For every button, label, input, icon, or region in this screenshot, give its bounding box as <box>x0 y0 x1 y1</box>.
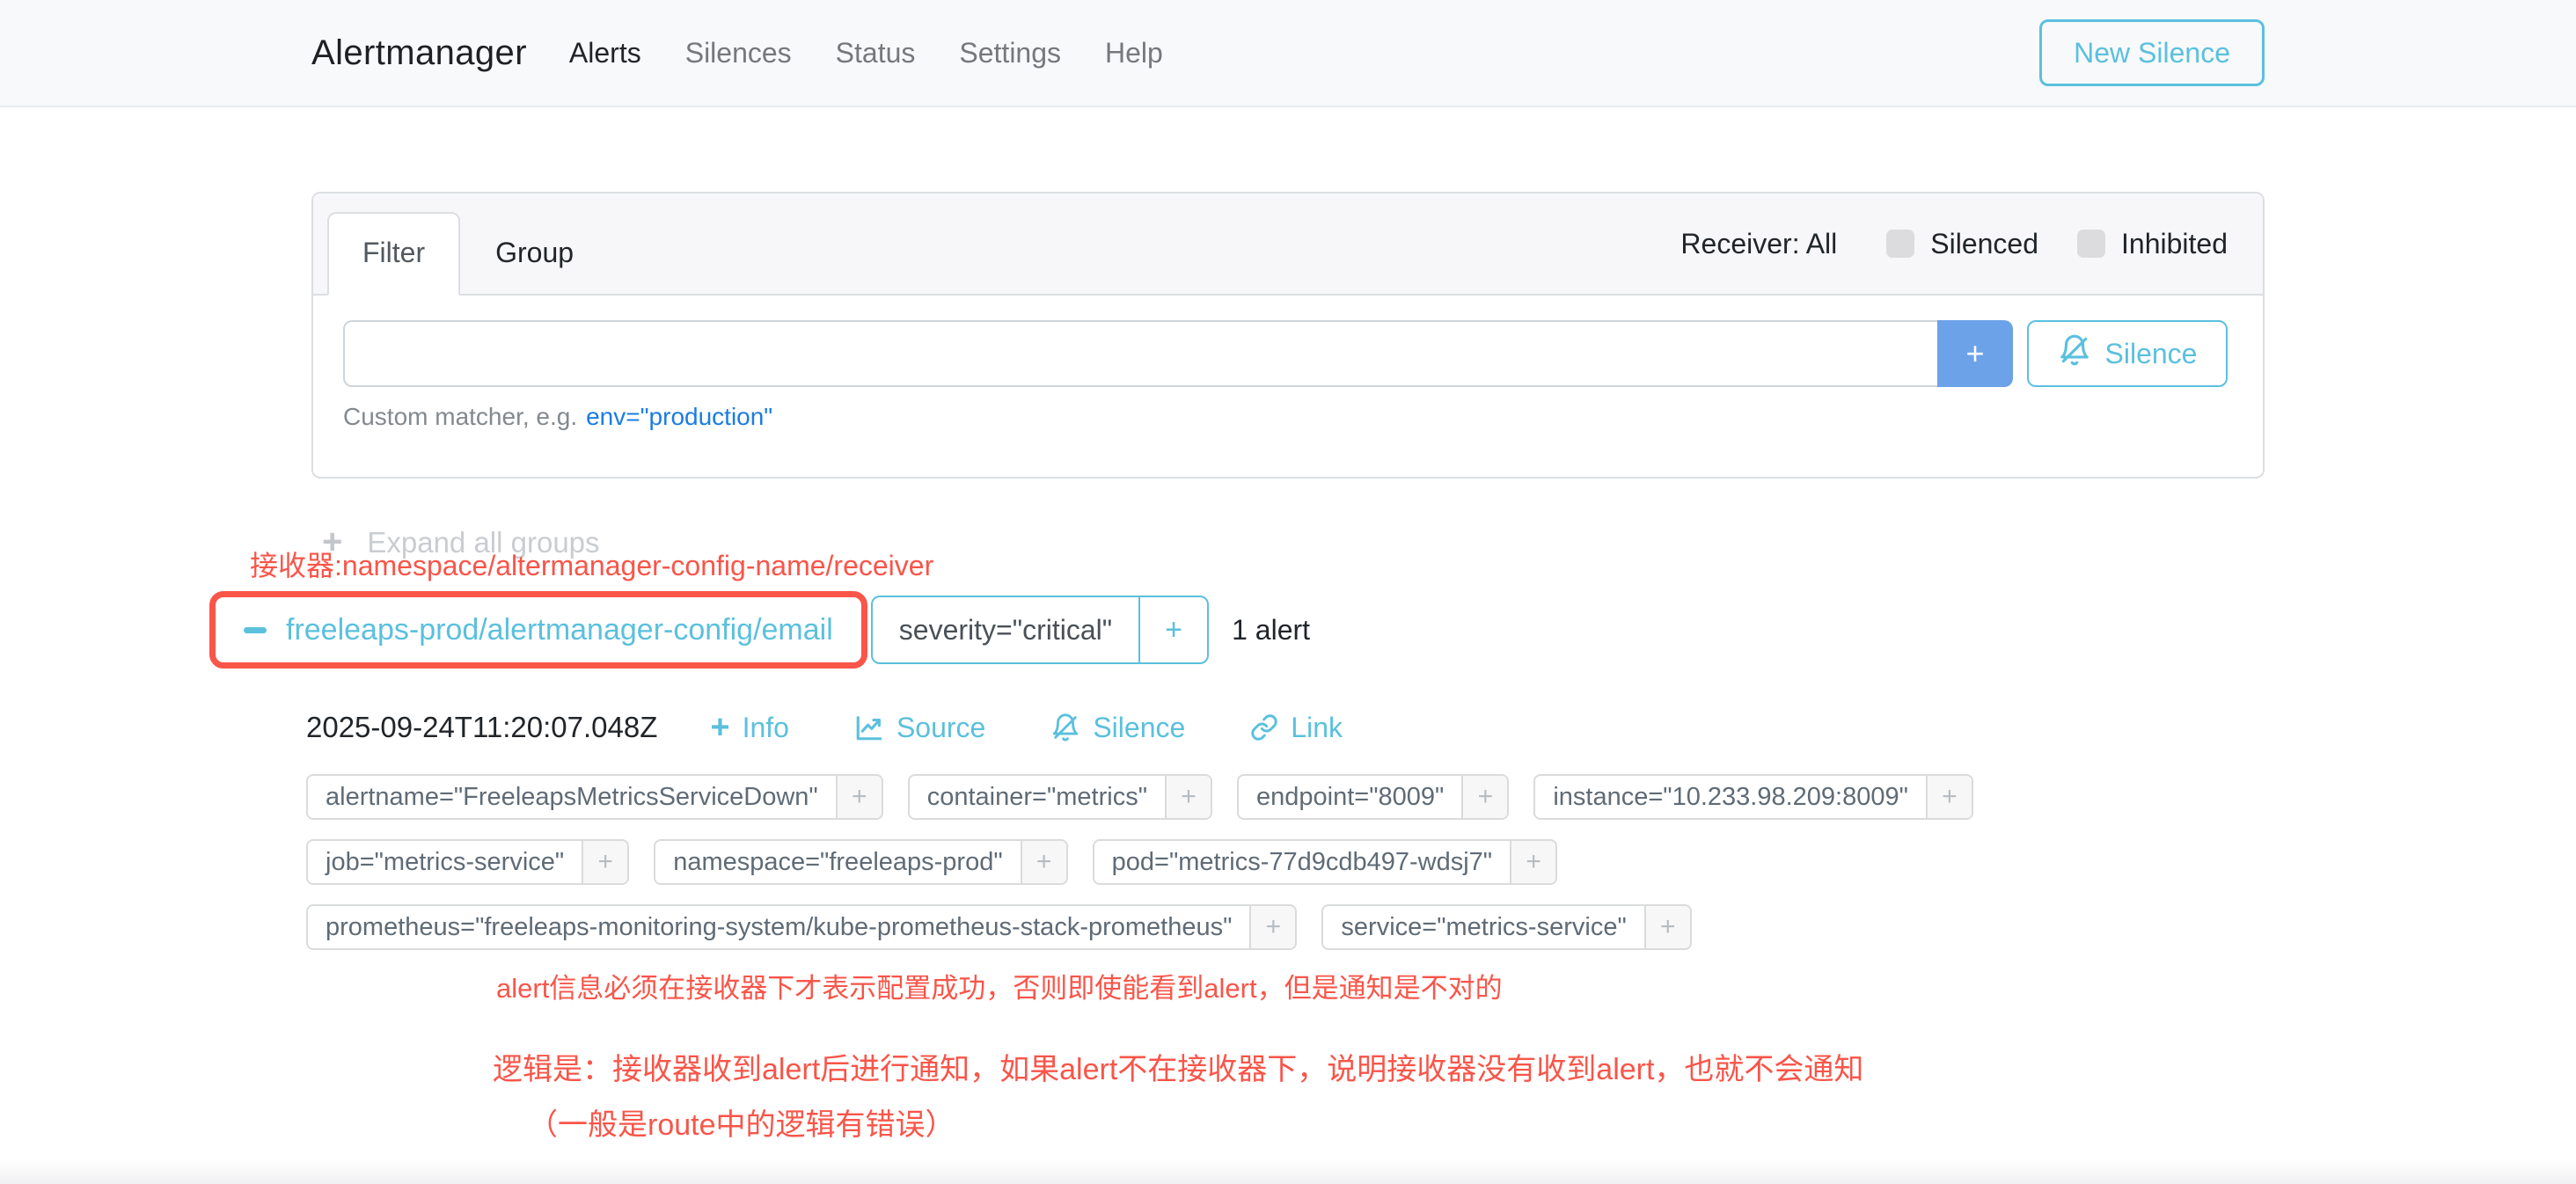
label-text: prometheus="freeleaps-monitoring-system/… <box>308 906 1249 948</box>
inhibited-toggle[interactable]: Inhibited <box>2077 228 2228 260</box>
receiver-group-name: freeleaps-prod/alertmanager-config/email <box>286 613 833 647</box>
info-plus-icon: + <box>710 711 729 744</box>
filter-tabs: Filter Group <box>327 212 609 296</box>
label-tag[interactable]: endpoint="8009"+ <box>1237 774 1509 820</box>
alert-group-row: freeleaps-prod/alertmanager-config/email… <box>209 591 1310 669</box>
silence-button-label: Silence <box>2105 338 2198 370</box>
receiver-group-button[interactable]: freeleaps-prod/alertmanager-config/email <box>223 603 854 657</box>
nav-item-alerts[interactable]: Alerts <box>569 37 641 69</box>
label-text: namespace="freeleaps-prod" <box>655 841 1020 883</box>
label-text: endpoint="8009" <box>1239 776 1461 818</box>
label-add-button[interactable]: + <box>1249 906 1295 948</box>
add-matcher-button[interactable]: + <box>1937 320 2013 387</box>
label-add-button[interactable]: + <box>1165 776 1211 818</box>
silence-filter-button[interactable]: Silence <box>2027 320 2228 387</box>
nav-item-settings[interactable]: Settings <box>959 37 1061 69</box>
new-silence-button[interactable]: New Silence <box>2039 19 2265 86</box>
annotation-receiver-note: 接收器:namespace/altermanager-config-name/r… <box>250 544 933 584</box>
nav-item-silences[interactable]: Silences <box>685 37 792 69</box>
group-alert-count: 1 alert <box>1232 614 1310 647</box>
tab-filter[interactable]: Filter <box>327 212 460 296</box>
alert-labels: alertname="FreeleapsMetricsServiceDown"+… <box>306 774 2277 950</box>
hint-prefix: Custom matcher, e.g. <box>343 403 577 430</box>
label-text: job="metrics-service" <box>308 841 582 883</box>
link-label: Link <box>1291 712 1343 744</box>
label-add-button[interactable]: + <box>1021 841 1066 883</box>
label-tag[interactable]: namespace="freeleaps-prod"+ <box>654 839 1067 885</box>
label-text: alertname="FreeleapsMetricsServiceDown" <box>308 776 836 818</box>
label-text: container="metrics" <box>910 776 1165 818</box>
inhibited-label: Inhibited <box>2121 228 2228 260</box>
label-text: service="metrics-service" <box>1323 906 1643 948</box>
label-tag[interactable]: alertname="FreeleapsMetricsServiceDown"+ <box>306 774 883 820</box>
alert-link-link[interactable]: Link <box>1250 712 1343 744</box>
label-add-button[interactable]: + <box>582 841 627 883</box>
nav-item-help[interactable]: Help <box>1105 37 1163 69</box>
annotation-alert-note: alert信息必须在接收器下才表示配置成功，否则即使能看到alert，但是通知是… <box>496 966 1503 1005</box>
filter-card: Filter Group Receiver: All Silenced Inhi… <box>311 192 2265 479</box>
matcher-hint: Custom matcher, e.g. env="production" <box>343 403 2228 431</box>
label-tag[interactable]: pod="metrics-77d9cdb497-wdsj7"+ <box>1093 839 1557 885</box>
alert-source-link[interactable]: Source <box>854 712 985 744</box>
matcher-input[interactable] <box>343 320 1937 387</box>
top-navbar: Alertmanager Alerts Silences Status Sett… <box>0 0 2576 107</box>
label-add-button[interactable]: + <box>1461 776 1507 818</box>
bottom-strip <box>0 1159 2576 1184</box>
receiver-filter[interactable]: Receiver: All <box>1680 228 1837 260</box>
silenced-checkbox[interactable] <box>1886 230 1914 258</box>
chart-line-icon <box>854 713 884 742</box>
label-add-button[interactable]: + <box>1644 906 1690 948</box>
label-tag[interactable]: job="metrics-service"+ <box>306 839 629 885</box>
logic-note-line2: （一般是route中的逻辑有错误） <box>528 1100 1863 1144</box>
group-matcher-chip: severity="critical" + <box>871 596 1209 664</box>
source-label: Source <box>896 712 985 744</box>
silence-label: Silence <box>1093 712 1185 744</box>
filter-options: Receiver: All Silenced Inhibited <box>1680 228 2228 260</box>
label-tag[interactable]: service="metrics-service"+ <box>1321 904 1691 950</box>
alert-silence-link[interactable]: Silence <box>1050 712 1185 744</box>
bell-slash-icon <box>1050 713 1080 742</box>
collapse-minus-icon <box>244 627 267 633</box>
info-label: Info <box>743 712 789 744</box>
inhibited-checkbox[interactable] <box>2077 230 2105 258</box>
label-add-button[interactable]: + <box>1510 841 1555 883</box>
annotation-red-box: freeleaps-prod/alertmanager-config/email <box>209 591 867 669</box>
link-icon <box>1250 713 1278 742</box>
annotation-logic-note: 逻辑是：接收器收到alert后进行通知，如果alert不在接收器下，说明接收器没… <box>493 1045 1863 1144</box>
alert-header-row: 2025-09-24T11:20:07.048Z + Info Source <box>306 711 1408 744</box>
label-text: pod="metrics-77d9cdb497-wdsj7" <box>1094 841 1510 883</box>
label-tag[interactable]: container="metrics"+ <box>908 774 1212 820</box>
silenced-toggle[interactable]: Silenced <box>1886 228 2038 260</box>
tab-group[interactable]: Group <box>460 212 609 296</box>
label-tag[interactable]: instance="10.233.98.209:8009"+ <box>1533 774 1973 820</box>
nav-item-status[interactable]: Status <box>836 37 916 69</box>
app-brand[interactable]: Alertmanager <box>311 33 527 73</box>
nav-links: Alerts Silences Status Settings Help <box>569 37 1207 69</box>
logic-note-line1: 逻辑是：接收器收到alert后进行通知，如果alert不在接收器下，说明接收器没… <box>493 1045 1863 1088</box>
silenced-label: Silenced <box>1930 228 2038 260</box>
label-add-button[interactable]: + <box>836 776 882 818</box>
group-matcher-add-button[interactable]: + <box>1138 597 1207 662</box>
alert-info-link[interactable]: + Info <box>710 711 789 744</box>
hint-example-link[interactable]: env="production" <box>586 403 772 430</box>
matcher-input-group: + <box>343 320 2013 387</box>
group-matcher-label[interactable]: severity="critical" <box>873 614 1138 647</box>
alertmanager-page: Alertmanager Alerts Silences Status Sett… <box>0 0 2576 1184</box>
filter-card-header: Filter Group Receiver: All Silenced Inhi… <box>313 194 2263 296</box>
filter-card-body: + Silence Custom matcher, e.g. env="produ… <box>313 296 2263 431</box>
label-tag[interactable]: prometheus="freeleaps-monitoring-system/… <box>306 904 1297 950</box>
bell-slash-icon <box>2058 333 2091 374</box>
label-text: instance="10.233.98.209:8009" <box>1535 776 1926 818</box>
label-add-button[interactable]: + <box>1926 776 1972 818</box>
alert-timestamp: 2025-09-24T11:20:07.048Z <box>306 711 657 744</box>
